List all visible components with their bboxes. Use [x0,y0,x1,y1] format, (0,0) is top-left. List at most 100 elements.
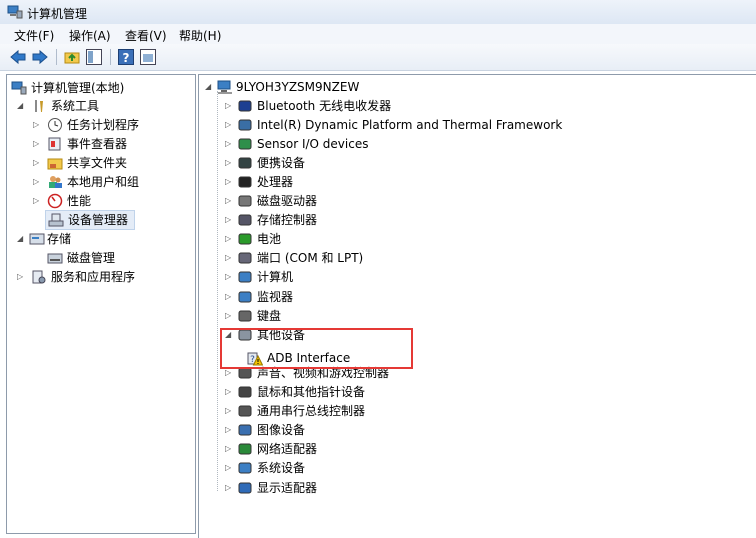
device-category-row[interactable]: ▷ 图像设备 [225,421,585,439]
tree-node-performance[interactable]: ▷ 性能 [33,192,193,210]
device-category-row[interactable]: ▷ 磁盘驱动器 [225,192,585,210]
tree-node-services-and-applications[interactable]: ▷ 服务和应用程序 [17,268,191,286]
device-category-row[interactable]: ▷ 端口 (COM 和 LPT) [225,249,585,267]
services-icon [32,270,46,284]
computer-management-icon [7,5,23,19]
imaging-device-icon [238,424,252,436]
shared-folder-icon [47,158,63,170]
expand-arrow-icon[interactable]: ▷ [225,216,233,224]
expand-arrow-icon[interactable]: ▷ [225,120,233,129]
clock-icon [48,118,62,132]
expand-arrow-icon[interactable]: ▷ [225,254,233,262]
expand-arrow-icon[interactable]: ▷ [33,121,41,129]
disk-drive-icon [238,195,252,207]
forward-icon[interactable] [31,48,49,66]
expand-arrow-icon[interactable]: ▷ [225,426,233,434]
expand-arrow-icon[interactable]: ▷ [225,464,233,472]
device-category-row[interactable]: ▷ 鼠标和其他指针设备 [225,383,585,401]
tree-node-label: 事件查看器 [67,137,128,151]
device-category-label: 端口 (COM 和 LPT) [257,251,364,266]
tree-node-label: 服务和应用程序 [51,270,136,284]
expand-arrow-icon[interactable]: ▷ [33,159,41,167]
device-category-row[interactable]: ▷ 便携设备 [225,154,585,172]
tree-node-system-tools[interactable]: ◢ 系统工具 [17,97,191,115]
menu-help[interactable]: 帮助(H) [179,27,221,44]
tools-icon [35,100,43,112]
expand-arrow-icon[interactable]: ▷ [225,311,233,320]
bluetooth-icon [238,100,252,111]
device-category-label: 电池 [257,232,282,247]
expand-arrow-icon[interactable]: ▷ [225,197,233,205]
device-category-row[interactable]: ▷ 处理器 [225,173,585,191]
device-category-row[interactable]: ▷ 键盘 [225,307,585,325]
device-category-row[interactable]: ▷ 计算机 [225,268,585,286]
intel-device-icon [238,119,252,131]
computer-icon [217,80,232,94]
device-category-row[interactable]: ▷ 系统设备 [225,459,585,477]
device-category-row[interactable]: ▷ Sensor I/O devices [225,135,585,153]
tree-node-label: 任务计划程序 [67,118,140,132]
expand-arrow-icon[interactable]: ▷ [225,273,233,281]
back-icon[interactable] [9,48,27,66]
device-tree-root[interactable]: ◢ 9LYOH3YZSM9NZEW [205,78,445,96]
usb-icon [238,405,252,417]
device-category-row[interactable]: ▷ Intel(R) Dynamic Platform and Thermal F… [225,116,585,134]
expand-arrow-icon[interactable]: ▷ [33,140,41,148]
tree-node-task-scheduler[interactable]: ▷ 任务计划程序 [33,116,193,134]
tree-connector-line [217,91,218,491]
properties-icon[interactable] [139,48,157,66]
device-category-label: Sensor I/O devices [257,136,369,151]
computer-management-icon [11,81,27,95]
tree-node-storage[interactable]: ◢ 存储 [17,230,191,248]
device-category-row[interactable]: ▷ 电池 [225,230,585,248]
expand-arrow-icon[interactable]: ▷ [33,178,41,186]
show-hide-tree-icon[interactable] [85,48,103,66]
keyboard-icon [238,310,252,322]
menu-bar: 文件(F) 操作(A) 查看(V) 帮助(H) [0,24,756,44]
menu-file[interactable]: 文件(F) [14,27,54,44]
device-category-row[interactable]: ▷ 存储控制器 [225,211,585,229]
device-category-label: 处理器 [257,174,294,189]
tree-node-device-manager[interactable]: 设备管理器 [45,210,135,230]
device-category-row[interactable]: ▷ 监视器 [225,288,585,306]
device-category-row[interactable]: ▷ 显示适配器 [225,479,585,497]
help-icon[interactable]: ? [117,48,135,66]
device-category-label: 键盘 [257,308,282,323]
expand-arrow-icon[interactable]: ▷ [225,177,233,186]
toolbar: ? [0,44,756,71]
menu-view[interactable]: 查看(V) [125,27,167,44]
expand-arrow-icon[interactable]: ▷ [17,273,25,281]
expand-arrow-icon[interactable]: ▷ [225,235,233,243]
event-viewer-icon [48,137,61,151]
tree-node-disk-management[interactable]: 磁盘管理 [45,249,185,267]
device-category-label: Bluetooth 无线电收发器 [257,98,392,113]
expand-arrow-icon[interactable]: ▷ [225,483,233,492]
expand-arrow-icon[interactable]: ▷ [225,292,233,301]
device-manager-icon [48,213,64,227]
expand-arrow-icon[interactable]: ▷ [225,101,233,110]
device-category-row[interactable]: ▷ 网络适配器 [225,440,585,458]
up-folder-icon[interactable] [63,48,81,66]
title-bar: 计算机管理 [0,0,756,24]
tree-node-event-viewer[interactable]: ▷ 事件查看器 [33,135,193,153]
collapse-arrow-icon[interactable]: ◢ [205,83,213,91]
device-category-label: 网络适配器 [257,442,318,457]
expand-arrow-icon[interactable]: ▷ [33,197,41,205]
expand-arrow-icon[interactable]: ▷ [225,388,233,396]
computer-icon [238,271,252,283]
menu-action[interactable]: 操作(A) [69,27,111,44]
port-icon [238,252,252,264]
expand-arrow-icon[interactable]: ▷ [225,139,233,148]
collapse-arrow-icon[interactable]: ◢ [17,102,25,110]
tree-node-local-users[interactable]: ▷ 本地用户和组 [33,173,193,191]
expand-arrow-icon[interactable]: ▷ [225,368,233,377]
collapse-arrow-icon[interactable]: ◢ [17,235,25,243]
device-category-row[interactable]: ▷ Bluetooth 无线电收发器 [225,97,585,115]
expand-arrow-icon[interactable]: ▷ [225,158,233,167]
users-icon [49,176,62,188]
device-category-row[interactable]: ▷ 通用串行总线控制器 [225,402,585,420]
expand-arrow-icon[interactable]: ▷ [225,445,233,453]
tree-node-computer-management[interactable]: 计算机管理(本地) [11,79,191,97]
tree-node-shared-folders[interactable]: ▷ 共享文件夹 [33,154,193,172]
expand-arrow-icon[interactable]: ▷ [225,407,233,415]
